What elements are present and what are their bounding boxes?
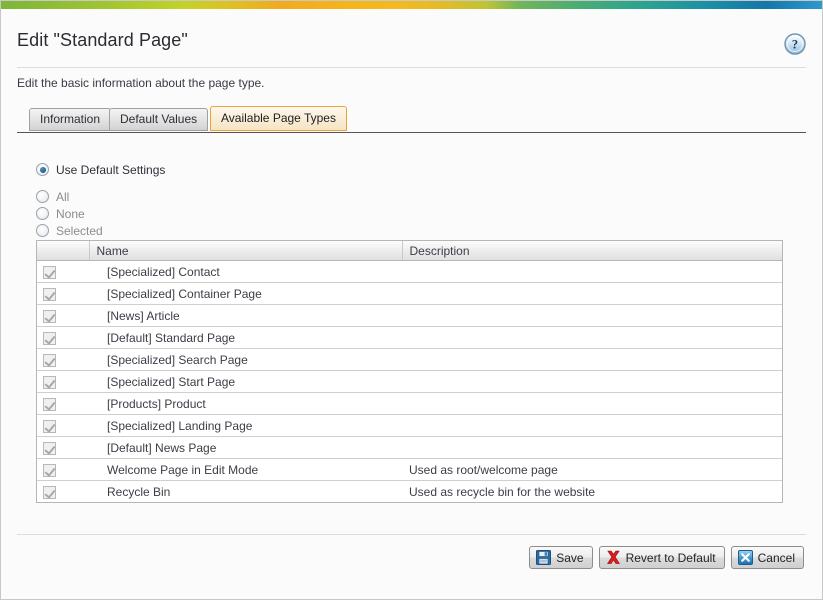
table-row[interactable]: [Specialized] Container Page <box>37 282 782 305</box>
table-row[interactable]: [Default] News Page <box>37 436 782 459</box>
row-checkbox-cell[interactable] <box>37 392 89 415</box>
checkbox-icon[interactable] <box>43 441 56 455</box>
dialog-action-buttons: Save Revert to Default Cancel <box>529 546 804 569</box>
row-description-cell: Used as recycle bin for the website <box>402 480 782 502</box>
radio-indicator <box>36 190 49 203</box>
row-name-cell: [Specialized] Landing Page <box>89 414 402 437</box>
row-name-cell: [Products] Product <box>89 392 402 415</box>
row-description-cell <box>402 436 782 459</box>
tab-baseline <box>17 132 806 133</box>
cancel-button[interactable]: Cancel <box>730 546 804 569</box>
column-header-select[interactable] <box>37 241 90 261</box>
svg-text:?: ? <box>792 38 798 52</box>
radio-label: All <box>56 189 70 204</box>
dialog-header: Edit "Standard Page" ? <box>1 10 822 68</box>
radio-label: Selected <box>56 223 103 238</box>
row-name-cell: [Specialized] Search Page <box>89 348 402 371</box>
row-name-cell: Recycle Bin <box>89 480 402 502</box>
table-row[interactable]: [Specialized] Contact <box>37 260 782 283</box>
row-name-cell: [Specialized] Container Page <box>89 282 402 305</box>
tab-label: Default Values <box>120 112 198 126</box>
row-checkbox-cell[interactable] <box>37 260 89 283</box>
row-name-cell: [Default] News Page <box>89 436 402 459</box>
table-row[interactable]: [Default] Standard Page <box>37 326 782 349</box>
floppy-disk-icon <box>536 550 552 565</box>
radio-none[interactable]: None <box>36 205 436 222</box>
row-description-cell <box>402 348 782 371</box>
checkbox-icon[interactable] <box>43 287 56 301</box>
help-circle-icon[interactable]: ? <box>784 33 806 55</box>
table-header-row: Name Description <box>37 241 782 261</box>
checkbox-icon[interactable] <box>43 331 56 345</box>
row-checkbox-cell[interactable] <box>37 436 89 459</box>
page-type-mode-radio-group: Use Default Settings All None Selected <box>36 161 436 239</box>
row-checkbox-cell[interactable] <box>37 370 89 393</box>
row-description-cell <box>402 326 782 349</box>
radio-all[interactable]: All <box>36 188 436 205</box>
checkbox-icon[interactable] <box>43 463 56 477</box>
row-name-cell: [Specialized] Contact <box>89 260 402 283</box>
row-checkbox-cell[interactable] <box>37 458 89 481</box>
column-header-description[interactable]: Description <box>402 241 782 261</box>
row-description-cell <box>402 282 782 305</box>
radio-label: Use Default Settings <box>56 162 166 177</box>
row-description-cell <box>402 370 782 393</box>
blue-x-icon <box>737 550 753 565</box>
row-name-cell: Welcome Page in Edit Mode <box>89 458 402 481</box>
radio-use-default-settings[interactable]: Use Default Settings <box>36 161 436 178</box>
table-row[interactable]: [Specialized] Start Page <box>37 370 782 393</box>
table-row[interactable]: [News] Article <box>37 304 782 327</box>
button-label: Cancel <box>757 550 795 565</box>
table-row[interactable]: [Products] Product <box>37 392 782 415</box>
checkbox-icon[interactable] <box>43 309 56 323</box>
checkbox-icon[interactable] <box>43 485 56 499</box>
revert-to-default-button[interactable]: Revert to Default <box>598 546 725 569</box>
page-title: Edit "Standard Page" <box>17 30 188 50</box>
footer-divider <box>17 534 806 535</box>
column-header-name[interactable]: Name <box>89 241 403 261</box>
checkbox-icon[interactable] <box>43 375 56 389</box>
row-checkbox-cell[interactable] <box>37 326 89 349</box>
row-checkbox-cell[interactable] <box>37 480 89 502</box>
checkbox-icon[interactable] <box>43 397 56 411</box>
tab-label: Information <box>40 112 101 126</box>
row-checkbox-cell[interactable] <box>37 414 89 437</box>
button-label: Save <box>556 550 584 565</box>
table-row[interactable]: [Specialized] Landing Page <box>37 414 782 437</box>
available-page-types-table: Name Description [Specialized] Contact [S… <box>36 240 783 503</box>
row-description-cell <box>402 304 782 327</box>
radio-indicator <box>36 207 49 220</box>
tab-default-values[interactable]: Default Values <box>109 108 209 131</box>
table-row[interactable]: [Specialized] Search Page <box>37 348 782 371</box>
tab-available-page-types[interactable]: Available Page Types <box>210 106 347 131</box>
edit-page-type-dialog: Edit "Standard Page" ? Edit the basic in… <box>0 0 823 600</box>
button-label: Revert to Default <box>625 550 716 565</box>
row-description-cell <box>402 392 782 415</box>
row-description-cell <box>402 414 782 437</box>
row-checkbox-cell[interactable] <box>37 282 89 305</box>
tab-label: Available Page Types <box>221 111 336 125</box>
checkbox-icon[interactable] <box>43 419 56 433</box>
radio-selected[interactable]: Selected <box>36 222 436 239</box>
radio-label: None <box>56 206 85 221</box>
radio-indicator <box>36 224 49 237</box>
row-checkbox-cell[interactable] <box>37 304 89 327</box>
row-checkbox-cell[interactable] <box>37 348 89 371</box>
row-description-cell: Used as root/welcome page <box>402 458 782 481</box>
header-divider <box>17 67 806 68</box>
table-row[interactable]: Recycle Bin Used as recycle bin for the w… <box>37 480 782 502</box>
save-button[interactable]: Save <box>529 546 593 569</box>
row-name-cell: [Specialized] Start Page <box>89 370 402 393</box>
checkbox-icon[interactable] <box>43 353 56 367</box>
table-row[interactable]: Welcome Page in Edit Mode Used as root/we… <box>37 458 782 481</box>
checkbox-icon[interactable] <box>43 265 56 279</box>
row-name-cell: [Default] Standard Page <box>89 326 402 349</box>
tab-information[interactable]: Information <box>29 108 112 131</box>
dialog-description: Edit the basic information about the pag… <box>17 76 265 90</box>
row-name-cell: [News] Article <box>89 304 402 327</box>
row-description-cell <box>402 260 782 283</box>
red-x-icon <box>606 550 621 565</box>
radio-indicator <box>36 163 49 176</box>
decorative-gradient-bar <box>1 1 822 9</box>
